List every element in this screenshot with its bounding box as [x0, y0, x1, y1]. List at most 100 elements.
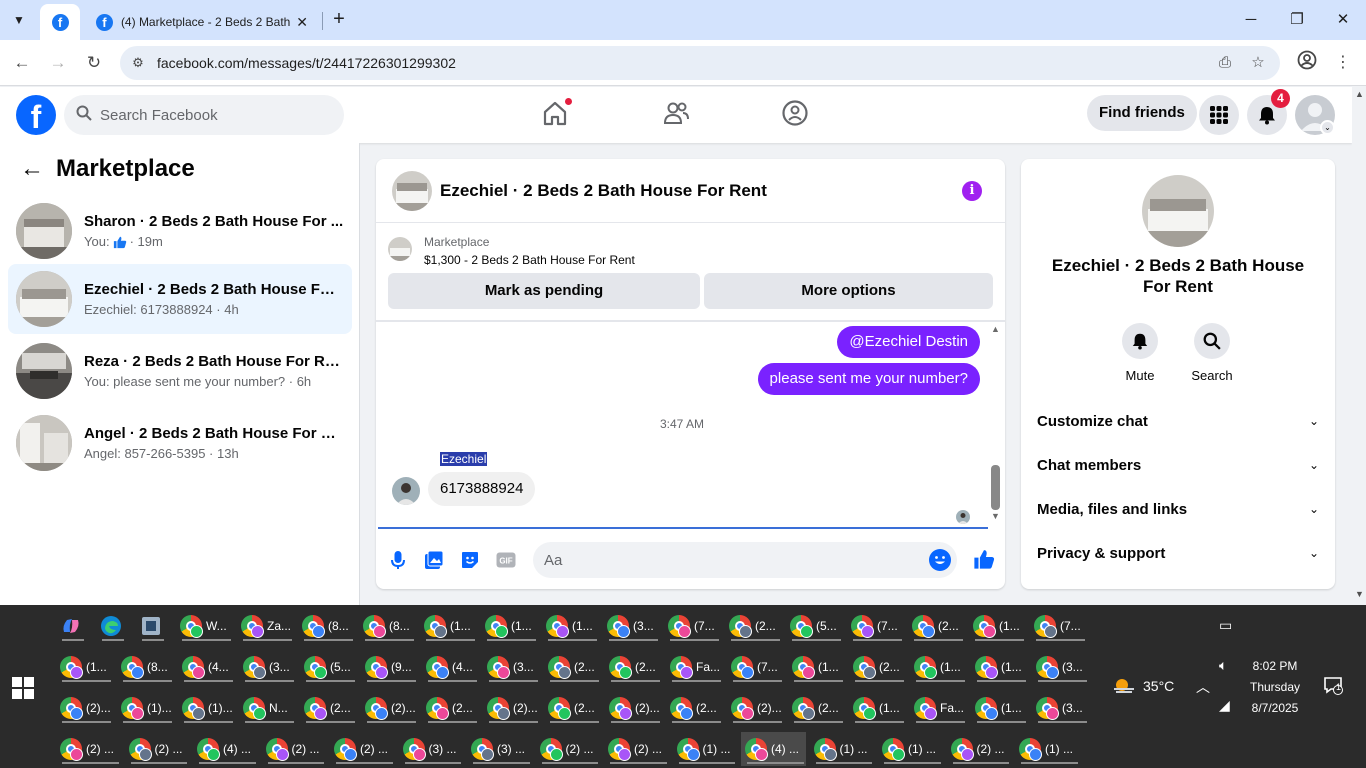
- copilot-icon[interactable]: [56, 609, 86, 643]
- taskbar-window-button[interactable]: (4) ...: [193, 732, 258, 766]
- taskbar-window-button[interactable]: (8...: [359, 609, 416, 643]
- conversation-item[interactable]: Reza · 2 Beds 2 Bath House For Rent You:…: [8, 336, 352, 406]
- scroll-up-arrow-icon[interactable]: ▲: [991, 324, 1000, 334]
- page-scrollbar[interactable]: ▲ ▼: [1352, 87, 1366, 605]
- conversation-item-selected[interactable]: Ezechiel · 2 Beds 2 Bath House For... Ez…: [8, 264, 352, 334]
- site-info-icon[interactable]: ⚙: [128, 53, 148, 73]
- taskbar-window-button[interactable]: (1) ...: [878, 732, 943, 766]
- chat-members-row[interactable]: Chat members ⌄: [1037, 453, 1319, 477]
- taskbar-window-button[interactable]: (1...: [56, 650, 113, 684]
- taskbar-window-button[interactable]: (2...: [666, 691, 723, 725]
- account-chevron-icon[interactable]: ⌄: [1320, 120, 1335, 135]
- taskbar-window-button[interactable]: (3) ...: [467, 732, 532, 766]
- marketplace-listing-banner[interactable]: Marketplace $1,300 - 2 Beds 2 Bath House…: [388, 235, 635, 267]
- taskbar-window-button[interactable]: (1) ...: [1015, 732, 1080, 766]
- active-tab[interactable]: f (4) Marketplace - 2 Beds 2 Bath ✕: [84, 4, 320, 40]
- gif-icon[interactable]: GIF: [495, 549, 517, 571]
- taskbar-window-button[interactable]: (1) ...: [673, 732, 738, 766]
- taskbar-window-button[interactable]: (1...: [542, 609, 599, 643]
- microphone-icon[interactable]: [387, 549, 409, 571]
- like-send-icon[interactable]: [972, 547, 996, 571]
- taskbar-window-button[interactable]: (2) ...: [604, 732, 669, 766]
- taskbar-window-button[interactable]: (1...: [969, 609, 1026, 643]
- network-icon[interactable]: ◢: [1219, 697, 1230, 714]
- taskbar-window-button[interactable]: (2...: [605, 650, 662, 684]
- more-options-button[interactable]: More options: [704, 273, 993, 309]
- tab-close-icon[interactable]: ✕: [296, 14, 308, 31]
- notification-center-icon[interactable]: 1: [1323, 675, 1343, 700]
- contact-avatar[interactable]: [1142, 175, 1214, 247]
- incoming-message[interactable]: 6173888924: [428, 472, 536, 506]
- address-bar[interactable]: ⚙ facebook.com/messages/t/24417226301299…: [120, 46, 1280, 80]
- taskbar-window-button[interactable]: (2...: [908, 609, 965, 643]
- taskbar-window-button[interactable]: (2)...: [56, 691, 113, 725]
- friends-nav-icon[interactable]: [662, 99, 692, 129]
- browser-menu-icon[interactable]: ⋮: [1330, 50, 1356, 76]
- conversation-item[interactable]: Sharon · 2 Beds 2 Bath House For ... You…: [8, 196, 352, 266]
- taskbar-window-button[interactable]: (8...: [117, 650, 174, 684]
- groups-nav-icon[interactable]: [781, 99, 811, 129]
- taskbar-window-button[interactable]: Fa...: [910, 691, 967, 725]
- taskbar-window-button[interactable]: (7...: [727, 650, 784, 684]
- chat-title[interactable]: Ezechiel · 2 Beds 2 Bath House For Rent: [440, 181, 767, 201]
- taskbar-window-button[interactable]: (9...: [361, 650, 418, 684]
- taskbar-clock[interactable]: 8:02 PM Thursday 8/7/2025: [1240, 656, 1310, 719]
- install-app-icon[interactable]: ⎙: [1215, 53, 1235, 73]
- message-scrollbar[interactable]: ▲ ▼: [989, 322, 1001, 524]
- scrollbar-thumb[interactable]: [991, 465, 1000, 510]
- media-files-links-row[interactable]: Media, files and links ⌄: [1037, 497, 1319, 521]
- search-input[interactable]: [100, 106, 330, 124]
- privacy-support-row[interactable]: Privacy & support ⌄: [1037, 541, 1319, 565]
- taskbar-window-button[interactable]: (4) ...: [741, 732, 806, 766]
- menu-grid-button[interactable]: [1199, 95, 1239, 135]
- speaker-icon[interactable]: 🔈︎: [1219, 657, 1227, 674]
- conversation-item[interactable]: Angel · 2 Beds 2 Bath House For R... Ang…: [8, 408, 352, 478]
- info-icon[interactable]: i: [962, 181, 982, 201]
- taskbar-window-button[interactable]: (1...: [971, 650, 1028, 684]
- scroll-down-arrow-icon[interactable]: ▼: [1355, 589, 1364, 599]
- reload-button[interactable]: ↻: [81, 50, 107, 76]
- taskbar-window-button[interactable]: (1) ...: [810, 732, 875, 766]
- taskbar-window-button[interactable]: (7...: [847, 609, 904, 643]
- taskbar-window-button[interactable]: (2...: [422, 691, 479, 725]
- weather-icon[interactable]: [1112, 675, 1136, 698]
- sender-avatar[interactable]: [392, 477, 420, 505]
- taskbar-window-button[interactable]: (8...: [298, 609, 355, 643]
- maximize-button[interactable]: ❐: [1282, 8, 1312, 32]
- taskbar-window-button[interactable]: Fa...: [666, 650, 723, 684]
- taskbar-window-button[interactable]: (2)...: [483, 691, 540, 725]
- message-input[interactable]: [544, 551, 904, 569]
- taskbar-window-button[interactable]: Za...: [237, 609, 294, 643]
- taskbar-window-button[interactable]: (2) ...: [330, 732, 395, 766]
- taskbar-window-button[interactable]: (2)...: [605, 691, 662, 725]
- outgoing-message[interactable]: please sent me your number?: [757, 363, 980, 395]
- taskbar-window-button[interactable]: (5...: [300, 650, 357, 684]
- taskbar-window-button[interactable]: (2) ...: [125, 732, 190, 766]
- back-button[interactable]: ←: [9, 50, 35, 76]
- outgoing-message-mention[interactable]: @Ezechiel Destin: [837, 326, 980, 358]
- windows-start-icon[interactable]: [12, 677, 34, 699]
- home-nav-icon[interactable]: [541, 97, 573, 129]
- mark-as-pending-button[interactable]: Mark as pending: [388, 273, 700, 309]
- taskbar-window-button[interactable]: (2...: [788, 691, 845, 725]
- taskbar-window-button[interactable]: (2...: [544, 691, 601, 725]
- taskbar-window-button[interactable]: (3...: [1032, 650, 1089, 684]
- close-window-button[interactable]: ✕: [1328, 8, 1358, 32]
- taskbar-window-button[interactable]: (3...: [239, 650, 296, 684]
- pinned-tab-facebook[interactable]: f: [40, 4, 80, 40]
- search-action[interactable]: Search: [1182, 323, 1242, 383]
- taskbar-window-button[interactable]: (2) ...: [536, 732, 601, 766]
- app-icon[interactable]: [136, 609, 166, 643]
- scroll-down-arrow-icon[interactable]: ▼: [991, 511, 1000, 521]
- taskbar-window-button[interactable]: (7...: [664, 609, 721, 643]
- battery-icon[interactable]: ▭: [1219, 617, 1232, 634]
- find-friends-button[interactable]: Find friends: [1087, 95, 1197, 131]
- taskbar-window-button[interactable]: (2)...: [361, 691, 418, 725]
- customize-chat-row[interactable]: Customize chat ⌄: [1037, 409, 1319, 433]
- taskbar-window-button[interactable]: (1...: [788, 650, 845, 684]
- edge-icon[interactable]: [96, 609, 126, 643]
- taskbar-window-button[interactable]: (3) ...: [399, 732, 464, 766]
- taskbar-window-button[interactable]: (1)...: [117, 691, 174, 725]
- taskbar-window-button[interactable]: (1...: [481, 609, 538, 643]
- message-composer[interactable]: [533, 542, 957, 578]
